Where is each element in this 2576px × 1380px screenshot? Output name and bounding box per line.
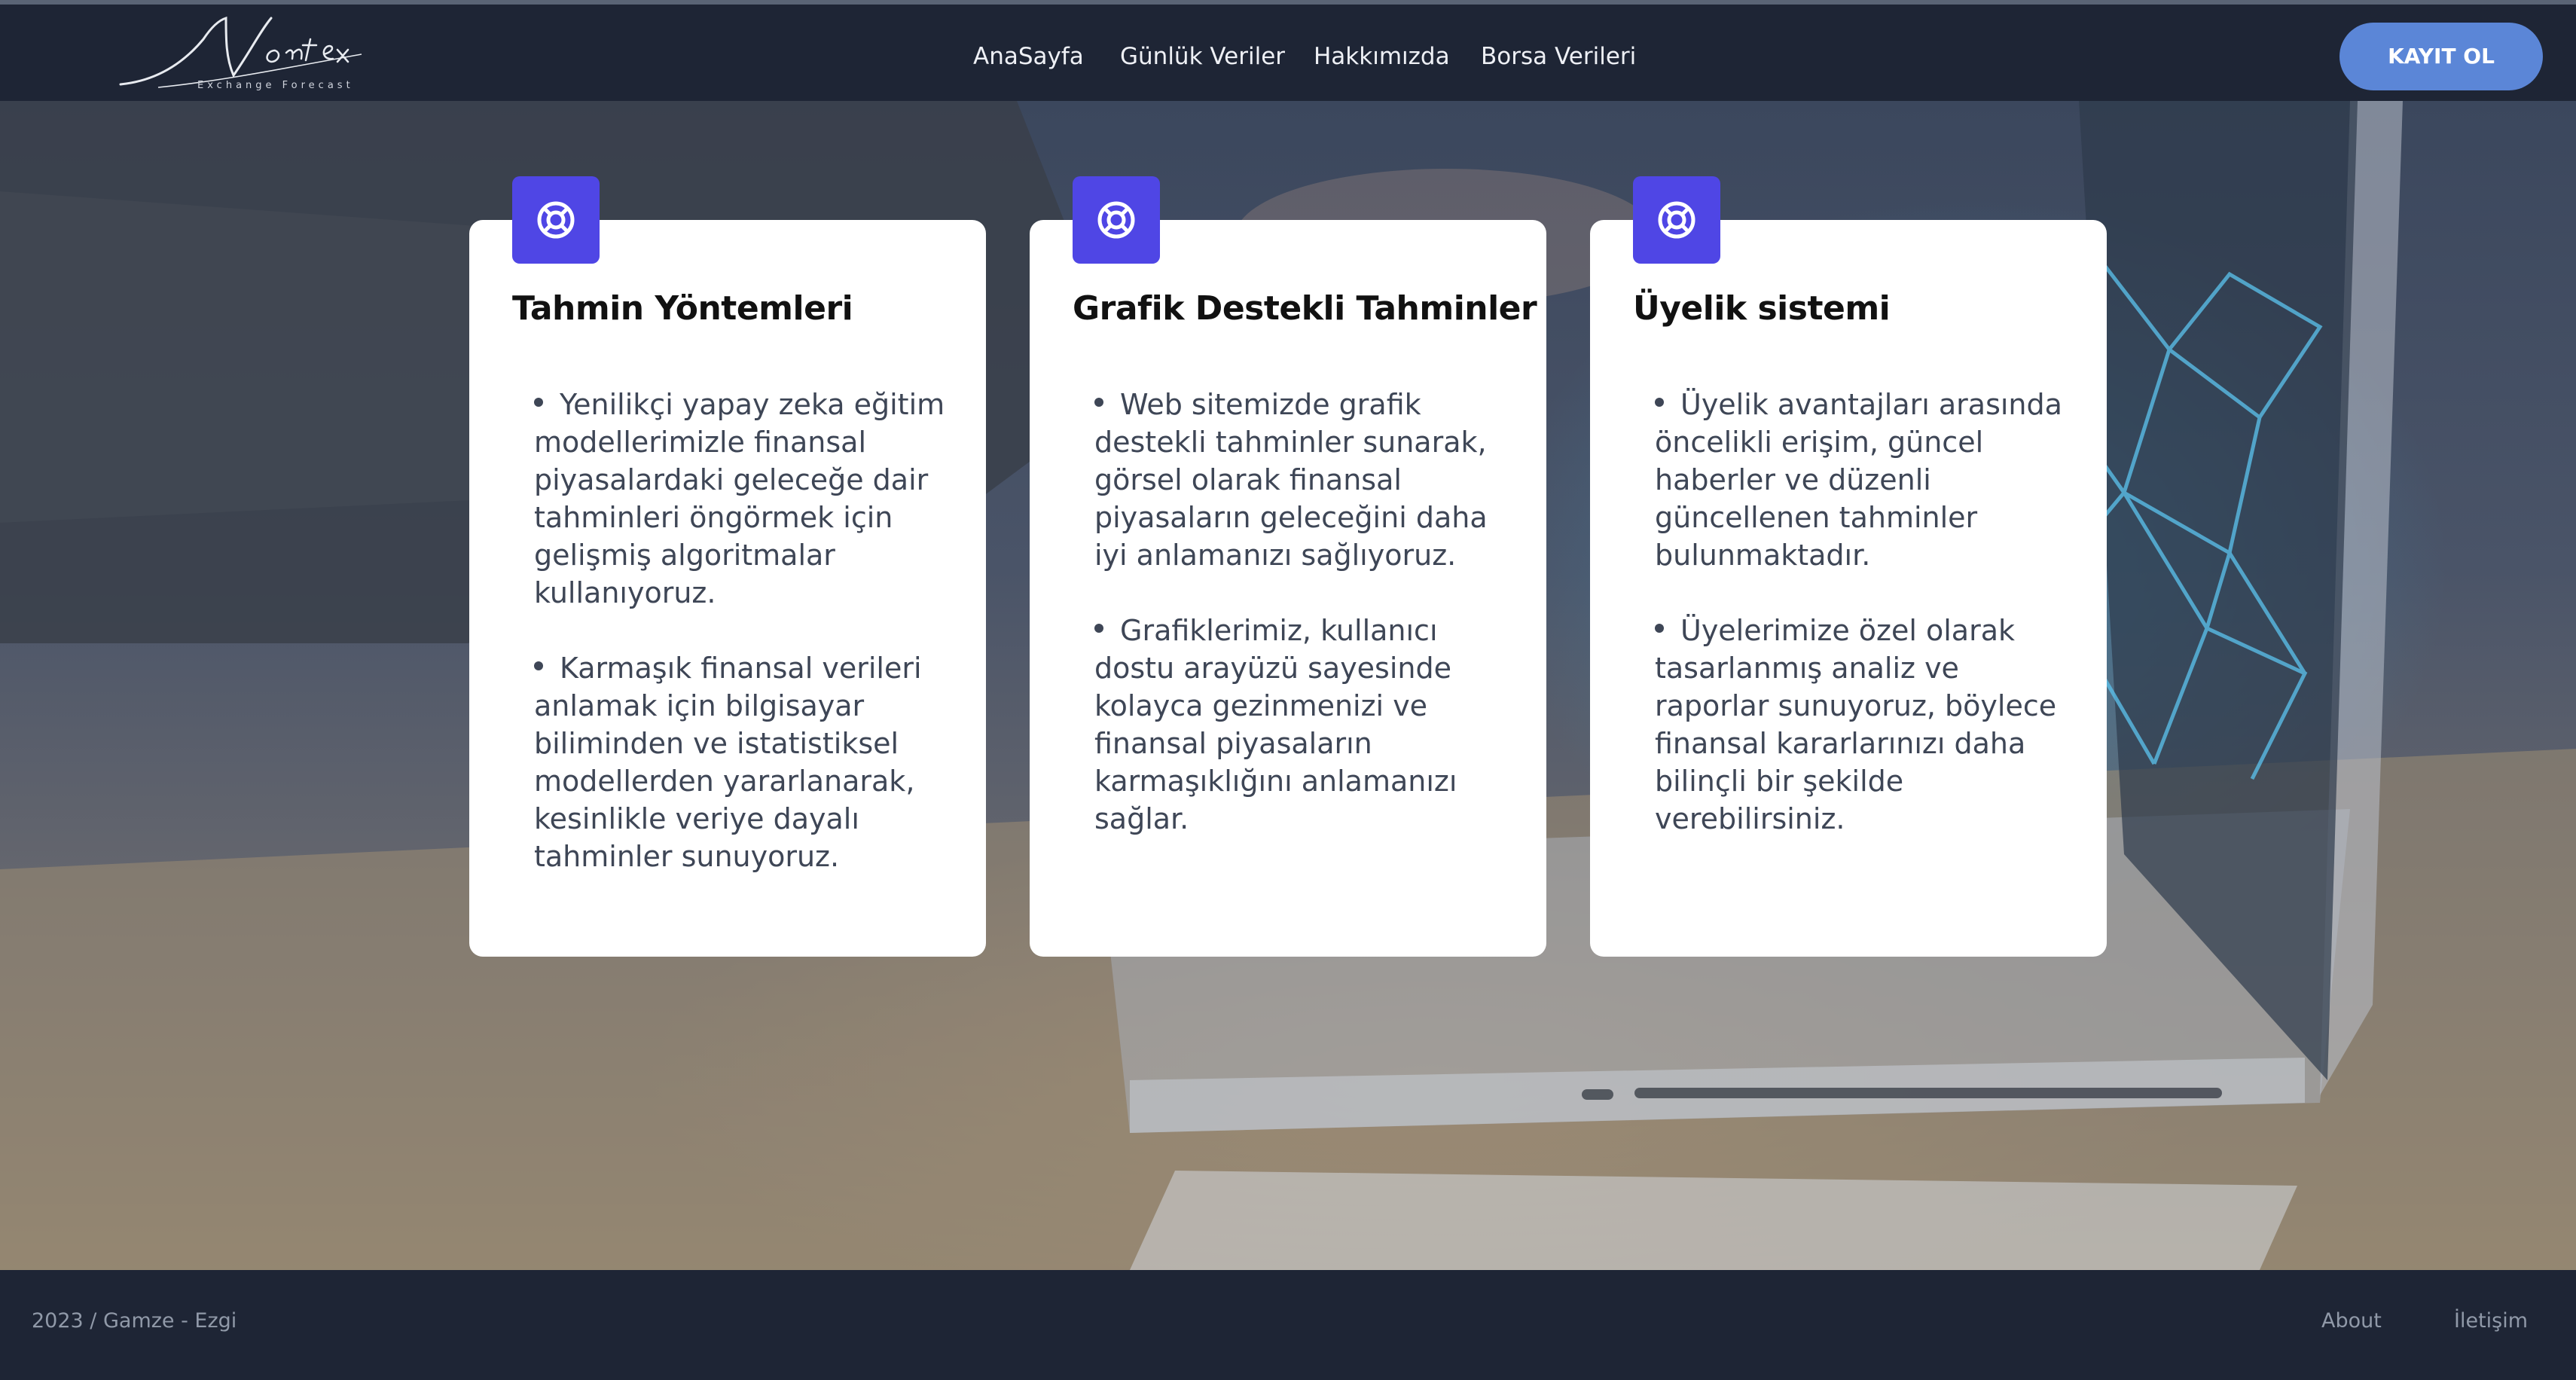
card-title: Grafik Destekli Tahminler: [1073, 289, 1537, 328]
navbar: Exchange Forecast AnaSayfa Günlük Verile…: [0, 5, 2576, 101]
nav-item-borsa-verileri[interactable]: Borsa Verileri: [1481, 38, 1636, 75]
card-title: Üyelik sistemi: [1633, 289, 1891, 328]
card-uyelik-sistemi: Üyelik sistemi Üyelik avantajları arasın…: [1590, 176, 2107, 957]
logo-tagline: Exchange Forecast: [197, 80, 354, 91]
footer: 2023 / Gamze - Ezgi About İletişim: [0, 1270, 2576, 1380]
footer-credit: 2023 / Gamze - Ezgi: [32, 1309, 237, 1333]
list-item: Üyelerimize özel olarak tasarlanmış anal…: [1655, 614, 2057, 835]
main-nav: AnaSayfa Günlük Veriler Hakkımızda Borsa…: [0, 38, 2576, 75]
card-grafik-destekli-tahminler: Grafik Destekli Tahminler Web sitemizde …: [1030, 176, 1546, 957]
feature-cards: Tahmin Yöntemleri Yenilikçi yapay zeka e…: [0, 101, 2576, 1270]
card-bullet-list: Yenilikçi yapay zeka eğitim modellerimiz…: [534, 386, 956, 913]
nav-item-gunluk-veriler[interactable]: Günlük Veriler: [1120, 38, 1285, 75]
card-bullet-list: Web sitemizde grafik destekli tahminler …: [1094, 386, 1516, 875]
card-title: Tahmin Yöntemleri: [512, 289, 853, 328]
list-item: Grafiklerimiz, kullanıcı dostu arayüzü s…: [1094, 614, 1457, 835]
lifebuoy-icon: [1073, 176, 1160, 264]
lifebuoy-icon: [512, 176, 600, 264]
footer-link-iletisim[interactable]: İletişim: [2454, 1309, 2528, 1333]
footer-link-about[interactable]: About: [2321, 1309, 2382, 1333]
card-tahmin-yontemleri: Tahmin Yöntemleri Yenilikçi yapay zeka e…: [469, 176, 986, 957]
list-item: Yenilikçi yapay zeka eğitim modellerimiz…: [534, 388, 945, 609]
lifebuoy-icon: [1633, 176, 1720, 264]
list-item: Üyelik avantajları arasında öncelikli er…: [1655, 388, 2062, 572]
hero-section: Tahmin Yöntemleri Yenilikçi yapay zeka e…: [0, 101, 2576, 1270]
list-item: Karmaşık finansal verileri anlamak için …: [534, 652, 922, 873]
register-button[interactable]: KAYIT OL: [2339, 23, 2543, 90]
list-item: Web sitemizde grafik destekli tahminler …: [1094, 388, 1488, 572]
card-bullet-list: Üyelik avantajları arasında öncelikli er…: [1655, 386, 2077, 875]
nav-item-anasayfa[interactable]: AnaSayfa: [973, 38, 1084, 75]
nav-item-hakkimizda[interactable]: Hakkımızda: [1314, 38, 1450, 75]
